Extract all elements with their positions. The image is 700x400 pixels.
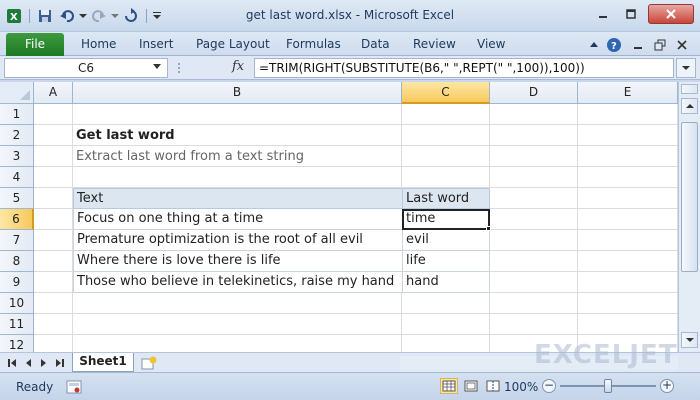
tab-data[interactable]: Data [361, 37, 390, 51]
column-header-d[interactable]: D [490, 82, 578, 104]
minimize-icon [599, 16, 607, 18]
table-header-text[interactable]: Text [73, 188, 403, 209]
zoom-slider-thumb[interactable] [604, 379, 612, 393]
table-cell-text[interactable]: Where there is love there is life [73, 251, 403, 272]
scroll-thumb[interactable] [681, 122, 698, 272]
gridline [34, 334, 678, 335]
column-header-b[interactable]: B [73, 82, 402, 104]
prev-sheet-icon[interactable] [22, 356, 34, 370]
zoom-in-button[interactable]: + [660, 379, 674, 393]
gridline [34, 124, 678, 125]
page-break-view-icon[interactable] [484, 378, 502, 394]
sheet-tab-sheet1[interactable]: Sheet1 [72, 353, 134, 372]
tab-formulas[interactable]: Formulas [286, 37, 341, 51]
gridline [34, 313, 678, 314]
chevron-up-icon [685, 104, 694, 108]
select-all-corner[interactable] [0, 82, 34, 104]
table-cell-last-word-selected[interactable]: time [402, 209, 490, 230]
zoom-level[interactable]: 100% [504, 380, 538, 394]
row-header-12[interactable]: 12 [0, 335, 34, 352]
svg-text:?: ? [611, 41, 617, 52]
gridline [34, 145, 678, 146]
row-header-8[interactable]: 8 [0, 251, 34, 272]
status-text: Ready [16, 380, 54, 394]
close-button[interactable] [648, 4, 694, 24]
table-header-last-word[interactable]: Last word [402, 188, 490, 209]
sheet-subtitle-cell[interactable]: Extract last word from a text string [76, 149, 304, 164]
name-box[interactable]: C6 [4, 58, 168, 78]
split-handle[interactable] [681, 84, 698, 94]
row-header-7[interactable]: 7 [0, 230, 34, 251]
normal-view-icon[interactable] [440, 378, 458, 394]
row-header-6[interactable]: 6 [0, 209, 34, 230]
help-icon[interactable]: ? [606, 37, 622, 53]
status-bar: Ready 100% − + [0, 372, 700, 400]
name-box-dropdown-icon[interactable] [153, 64, 161, 69]
vertical-scrollbar[interactable] [678, 82, 700, 352]
minimize-button[interactable] [590, 4, 616, 24]
row-header-3[interactable]: 3 [0, 146, 34, 167]
close-icon [666, 9, 676, 19]
formula-buttons: fx [172, 58, 252, 78]
insert-function-button[interactable]: fx [232, 59, 244, 74]
table-cell-text[interactable]: Those who believe in telekinetics, raise… [73, 272, 403, 293]
column-header-e[interactable]: E [578, 82, 678, 104]
scroll-down-button[interactable] [681, 332, 698, 348]
row-header-2[interactable]: 2 [0, 125, 34, 146]
table-cell-text[interactable]: Premature optimization is the root of al… [73, 230, 403, 251]
chevron-down-icon [685, 338, 694, 342]
table-cell-last-word[interactable]: hand [402, 272, 490, 293]
zoom-out-button[interactable]: − [542, 379, 556, 393]
sheet-title-cell[interactable]: Get last word [76, 128, 175, 143]
workbook-close-icon[interactable] [674, 37, 690, 53]
row-header-5[interactable]: 5 [0, 188, 34, 209]
first-sheet-icon[interactable] [6, 356, 18, 370]
tab-file[interactable]: File [6, 33, 64, 56]
row-header-1[interactable]: 1 [0, 104, 34, 125]
table-cell-last-word[interactable]: evil [402, 230, 490, 251]
macro-record-icon[interactable] [66, 379, 82, 395]
tab-page-layout[interactable]: Page Layout [196, 37, 270, 51]
page-layout-view-icon[interactable] [462, 378, 480, 394]
tab-review[interactable]: Review [413, 37, 456, 51]
worksheet-grid[interactable]: A B C D E 1 2 3 4 5 6 7 8 9 10 11 12 Get… [0, 82, 678, 352]
watermark-logo: EXCELJET [534, 340, 678, 370]
workbook-minimize-icon[interactable] [630, 37, 646, 53]
row-header-10[interactable]: 10 [0, 293, 34, 314]
row-header-11[interactable]: 11 [0, 314, 34, 335]
row-header-4[interactable]: 4 [0, 167, 34, 188]
insert-sheet-icon[interactable] [140, 355, 158, 371]
column-header-c[interactable]: C [402, 82, 490, 104]
column-header-a[interactable]: A [34, 82, 73, 104]
grip-icon [178, 63, 180, 73]
chevron-down-icon [682, 66, 690, 70]
name-box-value: C6 [77, 61, 94, 75]
next-sheet-icon[interactable] [38, 356, 50, 370]
workbook-restore-icon[interactable] [652, 37, 668, 53]
gridline [577, 104, 578, 352]
tab-home[interactable]: Home [81, 37, 116, 51]
ribbon-collapse-icon[interactable] [586, 37, 602, 53]
table-cell-last-word[interactable]: life [402, 251, 490, 272]
ribbon-tab-bar: File Home Insert Page Layout Formulas Da… [0, 32, 700, 56]
table-cell-text[interactable]: Focus on one thing at a time [73, 209, 403, 230]
tab-view[interactable]: View [477, 37, 505, 51]
maximize-icon [626, 9, 636, 19]
row-header-9[interactable]: 9 [0, 272, 34, 293]
fill-handle[interactable] [486, 226, 491, 231]
title-bar: X get last word.xlsx - Microsoft Excel [0, 0, 700, 32]
gridline [34, 166, 678, 167]
last-sheet-icon[interactable] [54, 356, 66, 370]
formula-input[interactable]: =TRIM(RIGHT(SUBSTITUTE(B6," ",REPT(" ",1… [254, 58, 674, 78]
scroll-up-button[interactable] [681, 98, 698, 114]
formula-bar: C6 fx =TRIM(RIGHT(SUBSTITUTE(B6," ",REPT… [0, 56, 700, 80]
maximize-button[interactable] [618, 4, 644, 24]
tab-insert[interactable]: Insert [139, 37, 173, 51]
formula-expand-button[interactable] [676, 58, 696, 78]
